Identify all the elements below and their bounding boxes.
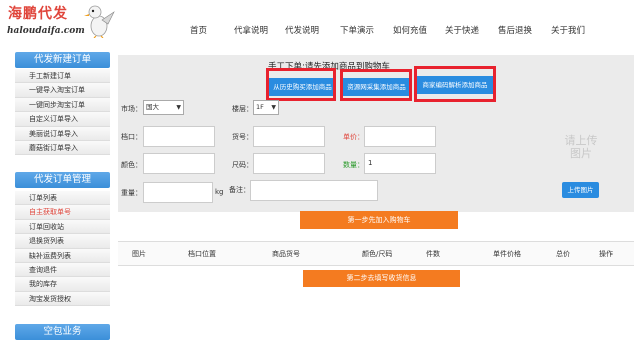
chevron-down-icon: ▼ — [176, 104, 181, 111]
nav-express[interactable]: 关于快递 — [445, 24, 479, 36]
logo-url: haloudaifa.com — [7, 26, 85, 36]
item-no-label: 货号： — [232, 133, 253, 141]
market-label: 市场： — [121, 105, 142, 113]
seagull-logo-icon — [84, 5, 115, 38]
stall-label: 档口： — [121, 133, 142, 141]
nav-recharge[interactable]: 如何充值 — [393, 24, 427, 36]
col-stall: 档口位置 — [188, 250, 216, 258]
col-image: 图片 — [132, 250, 146, 258]
sidebar-item-recycle-bin[interactable]: 订单回收站 — [15, 219, 110, 235]
nav-about[interactable]: 关于我们 — [551, 24, 585, 36]
remark-input[interactable] — [250, 180, 378, 201]
nav-dropship-info[interactable]: 代发说明 — [285, 24, 319, 36]
size-input[interactable] — [253, 153, 325, 174]
nav-pickup-info[interactable]: 代拿说明 — [234, 24, 268, 36]
cart-table-header: 图片 档口位置 商品货号 颜色/尺码 件数 单件价格 总价 操作 — [118, 241, 634, 266]
chevron-down-icon: ▼ — [271, 104, 276, 111]
sidebar-item-mogujie-import[interactable]: 蘑菇街订单导入 — [15, 140, 110, 156]
sidebar-item-get-tracking[interactable]: 自主获取单号 — [15, 205, 110, 220]
sidebar-section-order-manage[interactable]: 代发订单管理 — [15, 172, 110, 188]
col-unit-price: 单件价格 — [493, 250, 521, 258]
col-actions: 操作 — [599, 250, 613, 258]
sidebar-item-order-list[interactable]: 订单列表 — [15, 191, 110, 206]
sidebar-item-meilishuo-import[interactable]: 美丽说订单导入 — [15, 126, 110, 141]
logo-title: 海鹏代发 — [8, 6, 68, 22]
image-placeholder: 请上传图片 — [564, 134, 598, 160]
nav-order-demo[interactable]: 下单演示 — [340, 24, 374, 36]
sidebar-item-sync-taobao[interactable]: 一键同步淘宝订单 — [15, 97, 110, 113]
price-label: 单价： — [343, 133, 364, 141]
sidebar-item-import-taobao[interactable]: 一键导入淘宝订单 — [15, 83, 110, 98]
market-select[interactable]: 国大 ▼ — [143, 100, 184, 115]
sidebar-section-new-order[interactable]: 代发新建订单 — [15, 52, 110, 68]
qty-label: 数量： — [343, 161, 364, 169]
upload-image-button[interactable]: 上传图片 — [562, 182, 599, 198]
sidebar-item-shipping-fee-list[interactable]: 缺补运费列表 — [15, 248, 110, 263]
col-total: 总价 — [556, 250, 570, 258]
floor-select[interactable]: 1F ▼ — [253, 100, 279, 115]
sidebar-item-query-returns[interactable]: 查询退件 — [15, 262, 110, 278]
col-quantity: 件数 — [426, 250, 440, 258]
nav-returns[interactable]: 售后退换 — [498, 24, 532, 36]
sidebar-item-returns-list[interactable]: 退换货列表 — [15, 234, 110, 249]
add-to-cart-button[interactable]: 第一步先加入购物车 — [300, 211, 458, 229]
qty-input[interactable]: 1 — [364, 153, 436, 174]
size-label: 尺码： — [232, 161, 253, 169]
col-item-no: 商品货号 — [272, 250, 300, 258]
highlight-box — [340, 69, 412, 101]
sidebar-list-order-manage: 订单列表 自主获取单号 订单回收站 退换货列表 缺补运费列表 查询退件 我的库存… — [15, 191, 110, 307]
floor-label: 楼层： — [232, 105, 253, 113]
sidebar-item-manual-order[interactable]: 手工新建订单 — [15, 69, 110, 84]
nav-home[interactable]: 首页 — [190, 24, 207, 36]
stall-input[interactable] — [143, 126, 215, 147]
remark-label: 备注： — [229, 186, 250, 194]
color-label: 颜色： — [121, 161, 142, 169]
col-color-size: 颜色/尺码 — [362, 250, 393, 258]
sidebar-item-taobao-auth[interactable]: 淘宝发货授权 — [15, 291, 110, 307]
weight-unit: kg — [215, 188, 224, 196]
highlight-box — [266, 68, 336, 101]
color-input[interactable] — [143, 153, 215, 174]
price-input[interactable] — [364, 126, 436, 147]
weight-label: 重量： — [121, 189, 142, 197]
highlight-box — [414, 66, 496, 102]
sidebar-item-my-stock[interactable]: 我的库存 — [15, 277, 110, 292]
sidebar-section-empty-package[interactable]: 空包业务 — [15, 324, 110, 340]
weight-input[interactable] — [143, 182, 213, 203]
sidebar-item-custom-import[interactable]: 自定义订单导入 — [15, 112, 110, 127]
sidebar-list-new-order: 手工新建订单 一键导入淘宝订单 一键同步淘宝订单 自定义订单导入 美丽说订单导入… — [15, 69, 110, 156]
fill-shipping-button[interactable]: 第二步去填写收货信息 — [303, 270, 460, 287]
item-no-input[interactable] — [253, 126, 325, 147]
